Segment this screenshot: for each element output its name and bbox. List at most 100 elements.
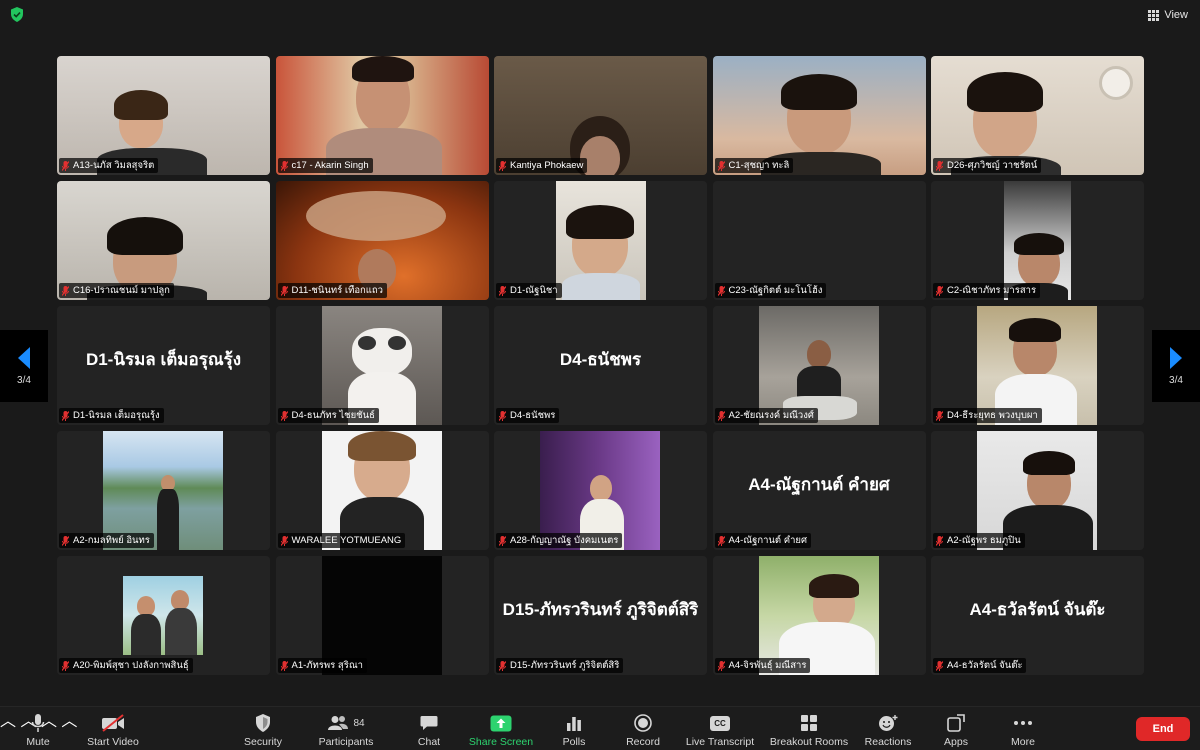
polls-label: Polls	[562, 736, 586, 748]
muted-mic-icon	[936, 160, 943, 171]
page-indicator-left: 3/4	[17, 374, 31, 386]
participant-tile[interactable]: A1-ภัทรพร สุริณา	[275, 556, 489, 675]
chat-bubble-icon	[420, 716, 438, 730]
reactions-button[interactable]: Reactions	[862, 707, 914, 750]
participant-tile[interactable]: D4-ธนภัทร ไชยชันธ์	[275, 306, 489, 425]
microphone-icon	[31, 714, 45, 732]
participant-tile[interactable]: A28-กัญญาณัฐ บังคมเนตร	[494, 431, 707, 550]
meeting-controls-toolbar: Mute ︿ Start Video ︿ Security 84 Partici…	[0, 706, 1200, 750]
more-label: More	[1011, 736, 1035, 748]
previous-page-button[interactable]: 3/4	[0, 330, 48, 402]
participant-name-tag: Kantiya Phokaew	[496, 158, 588, 173]
polls-bar-chart-icon	[567, 717, 581, 731]
muted-mic-icon	[280, 660, 288, 671]
record-icon	[634, 714, 652, 732]
arrow-left-icon	[18, 346, 30, 369]
apps-button[interactable]: Apps	[937, 707, 975, 750]
participants-icon	[328, 716, 349, 730]
participant-tile[interactable]: C23-ณัฐกิตต์ มะโนโฮ้ง	[712, 181, 926, 300]
reactions-emoji-icon	[879, 715, 898, 731]
participant-tile[interactable]: C1-สุชญา ทะลิ	[712, 56, 926, 175]
muted-mic-icon	[280, 410, 288, 421]
share-screen-button[interactable]: Share Screen	[467, 707, 535, 750]
participants-label: Participants	[318, 736, 374, 748]
participant-tile[interactable]: C2-ณิชาภัทร มารสาร	[931, 181, 1144, 300]
page-indicator-right: 3/4	[1169, 374, 1183, 386]
participant-name-tag: C23-ณัฐกิตต์ มะโนโฮ้ง	[714, 283, 827, 298]
mute-button[interactable]: Mute	[14, 707, 62, 750]
participant-tile[interactable]: A4-ธวัลรัตน์ จันต๊ะ A4-ธวัลรัตน์ จันต๊ะ	[931, 556, 1144, 675]
participant-tile[interactable]: c17 - Akarin Singh	[275, 56, 489, 175]
more-button[interactable]: More	[1004, 707, 1042, 750]
participant-tile[interactable]: A2-กมลทิพย์ อินทร	[57, 431, 270, 550]
participant-tile[interactable]: A2-ชัยณรงค์ มณีวงศ์	[712, 306, 926, 425]
participant-name-tag: D11-ชนินทร์ เทือกแถว	[277, 283, 388, 298]
participant-name-tag: A20-พิมพ์สุชา ปงลังกาพสินธุ์	[59, 658, 193, 673]
breakout-rooms-button[interactable]: Breakout Rooms	[768, 707, 850, 750]
participant-tile[interactable]: A20-พิมพ์สุชา ปงลังกาพสินธุ์	[57, 556, 270, 675]
end-meeting-button[interactable]: End	[1136, 717, 1190, 741]
muted-mic-icon	[717, 410, 725, 421]
participant-tile[interactable]: C16-ปราณชนม์ มาปลูก	[57, 181, 270, 300]
participant-tile[interactable]: D1-ณัฐนิชา	[494, 181, 707, 300]
chat-button[interactable]: Chat	[412, 707, 446, 750]
start-video-button[interactable]: Start Video	[84, 707, 142, 750]
participant-display-name: D1-นิรมล เต็มอรุณรุ้ง	[85, 350, 242, 369]
participant-tile[interactable]: D26-ศุภวิชญ์ วาชรัตน์	[931, 56, 1144, 175]
participant-tile[interactable]: A4-จิรพันธุ์ มณีสาร	[712, 556, 926, 675]
muted-mic-icon	[717, 660, 725, 671]
participant-name-tag: A2-กมลทิพย์ อินทร	[59, 533, 154, 548]
record-button[interactable]: Record	[622, 707, 664, 750]
participants-button[interactable]: 84 Participants	[314, 707, 378, 750]
participant-name-tag: A4-จิรพันธุ์ มณีสาร	[714, 658, 811, 673]
participant-tile[interactable]: D11-ชนินทร์ เทือกแถว	[275, 181, 489, 300]
participant-name-tag: A2-ณัฐพร ธมภูปิน	[933, 533, 1025, 548]
breakout-rooms-grid-icon	[801, 715, 817, 731]
participant-tile[interactable]: A4-ณัฐกานต์ คำยศ A4-ณัฐกานต์ คำยศ	[712, 431, 926, 550]
muted-mic-icon	[936, 285, 943, 296]
share-options-chevron-icon[interactable]: ︿	[61, 713, 77, 730]
apps-label: Apps	[944, 736, 968, 748]
participant-tile[interactable]: A13-นภัส วิมลสุจริต	[57, 56, 270, 175]
participant-name-tag: A2-ชัยณรงค์ มณีวงศ์	[714, 408, 818, 423]
top-bar: View	[0, 0, 1200, 30]
muted-mic-icon	[499, 285, 506, 296]
security-button[interactable]: Security	[240, 707, 286, 750]
video-gallery: A13-นภัส วิมลสุจริต c17 - Akarin Singh K…	[57, 56, 1144, 676]
muted-mic-icon	[499, 535, 506, 546]
muted-mic-icon	[62, 285, 69, 296]
encryption-shield-icon[interactable]	[10, 7, 24, 22]
participant-name-tag: WARALEE YOTMUEANG	[277, 533, 406, 548]
participant-name-tag: D4-ธนัชพร	[496, 408, 560, 423]
participant-name-tag: A4-ณัฐกานต์ คำยศ	[714, 533, 812, 548]
start-video-label: Start Video	[87, 736, 139, 748]
participant-tile[interactable]: D1-นิรมล เต็มอรุณรุ้ง D1-นิรมล เต็มอรุณร…	[57, 306, 270, 425]
live-transcript-button[interactable]: CC Live Transcript	[684, 707, 756, 750]
participant-tile[interactable]: D4-ธีระยุทธ พวงบุบผา	[931, 306, 1144, 425]
polls-button[interactable]: Polls	[556, 707, 592, 750]
next-page-button[interactable]: 3/4	[1152, 330, 1200, 402]
muted-mic-icon	[62, 410, 69, 421]
participant-tile[interactable]: Kantiya Phokaew	[494, 56, 707, 175]
participant-display-name: D4-ธนัชพร	[559, 350, 642, 369]
participant-name-tag: C1-สุชญา ทะลิ	[714, 158, 794, 173]
muted-mic-icon	[717, 285, 725, 296]
participant-name-tag: A28-กัญญาณัฐ บังคมเนตร	[496, 533, 623, 548]
security-label: Security	[244, 736, 282, 748]
share-screen-label: Share Screen	[468, 736, 534, 748]
participant-tile[interactable]: A2-ณัฐพร ธมภูปิน	[931, 431, 1144, 550]
muted-mic-icon	[499, 660, 506, 671]
muted-mic-icon	[280, 535, 288, 546]
muted-mic-icon	[62, 160, 69, 171]
view-button[interactable]: View	[1148, 6, 1188, 24]
participant-name-tag: A1-ภัทรพร สุริณา	[277, 658, 367, 673]
video-feed	[123, 576, 203, 655]
participant-tile[interactable]: WARALEE YOTMUEANG	[275, 431, 489, 550]
participant-tile[interactable]: D15-ภัทรวรินทร์ ภูริจิตต์สิริ D15-ภัทรวร…	[494, 556, 707, 675]
muted-mic-icon	[717, 535, 725, 546]
participant-name-tag: A4-ธวัลรัตน์ จันต๊ะ	[933, 658, 1027, 673]
muted-mic-icon	[280, 285, 288, 296]
participant-display-name: A4-ณัฐกานต์ คำยศ	[748, 475, 890, 494]
muted-mic-icon	[936, 410, 943, 421]
participant-tile[interactable]: D4-ธนัชพร D4-ธนัชพร	[494, 306, 707, 425]
